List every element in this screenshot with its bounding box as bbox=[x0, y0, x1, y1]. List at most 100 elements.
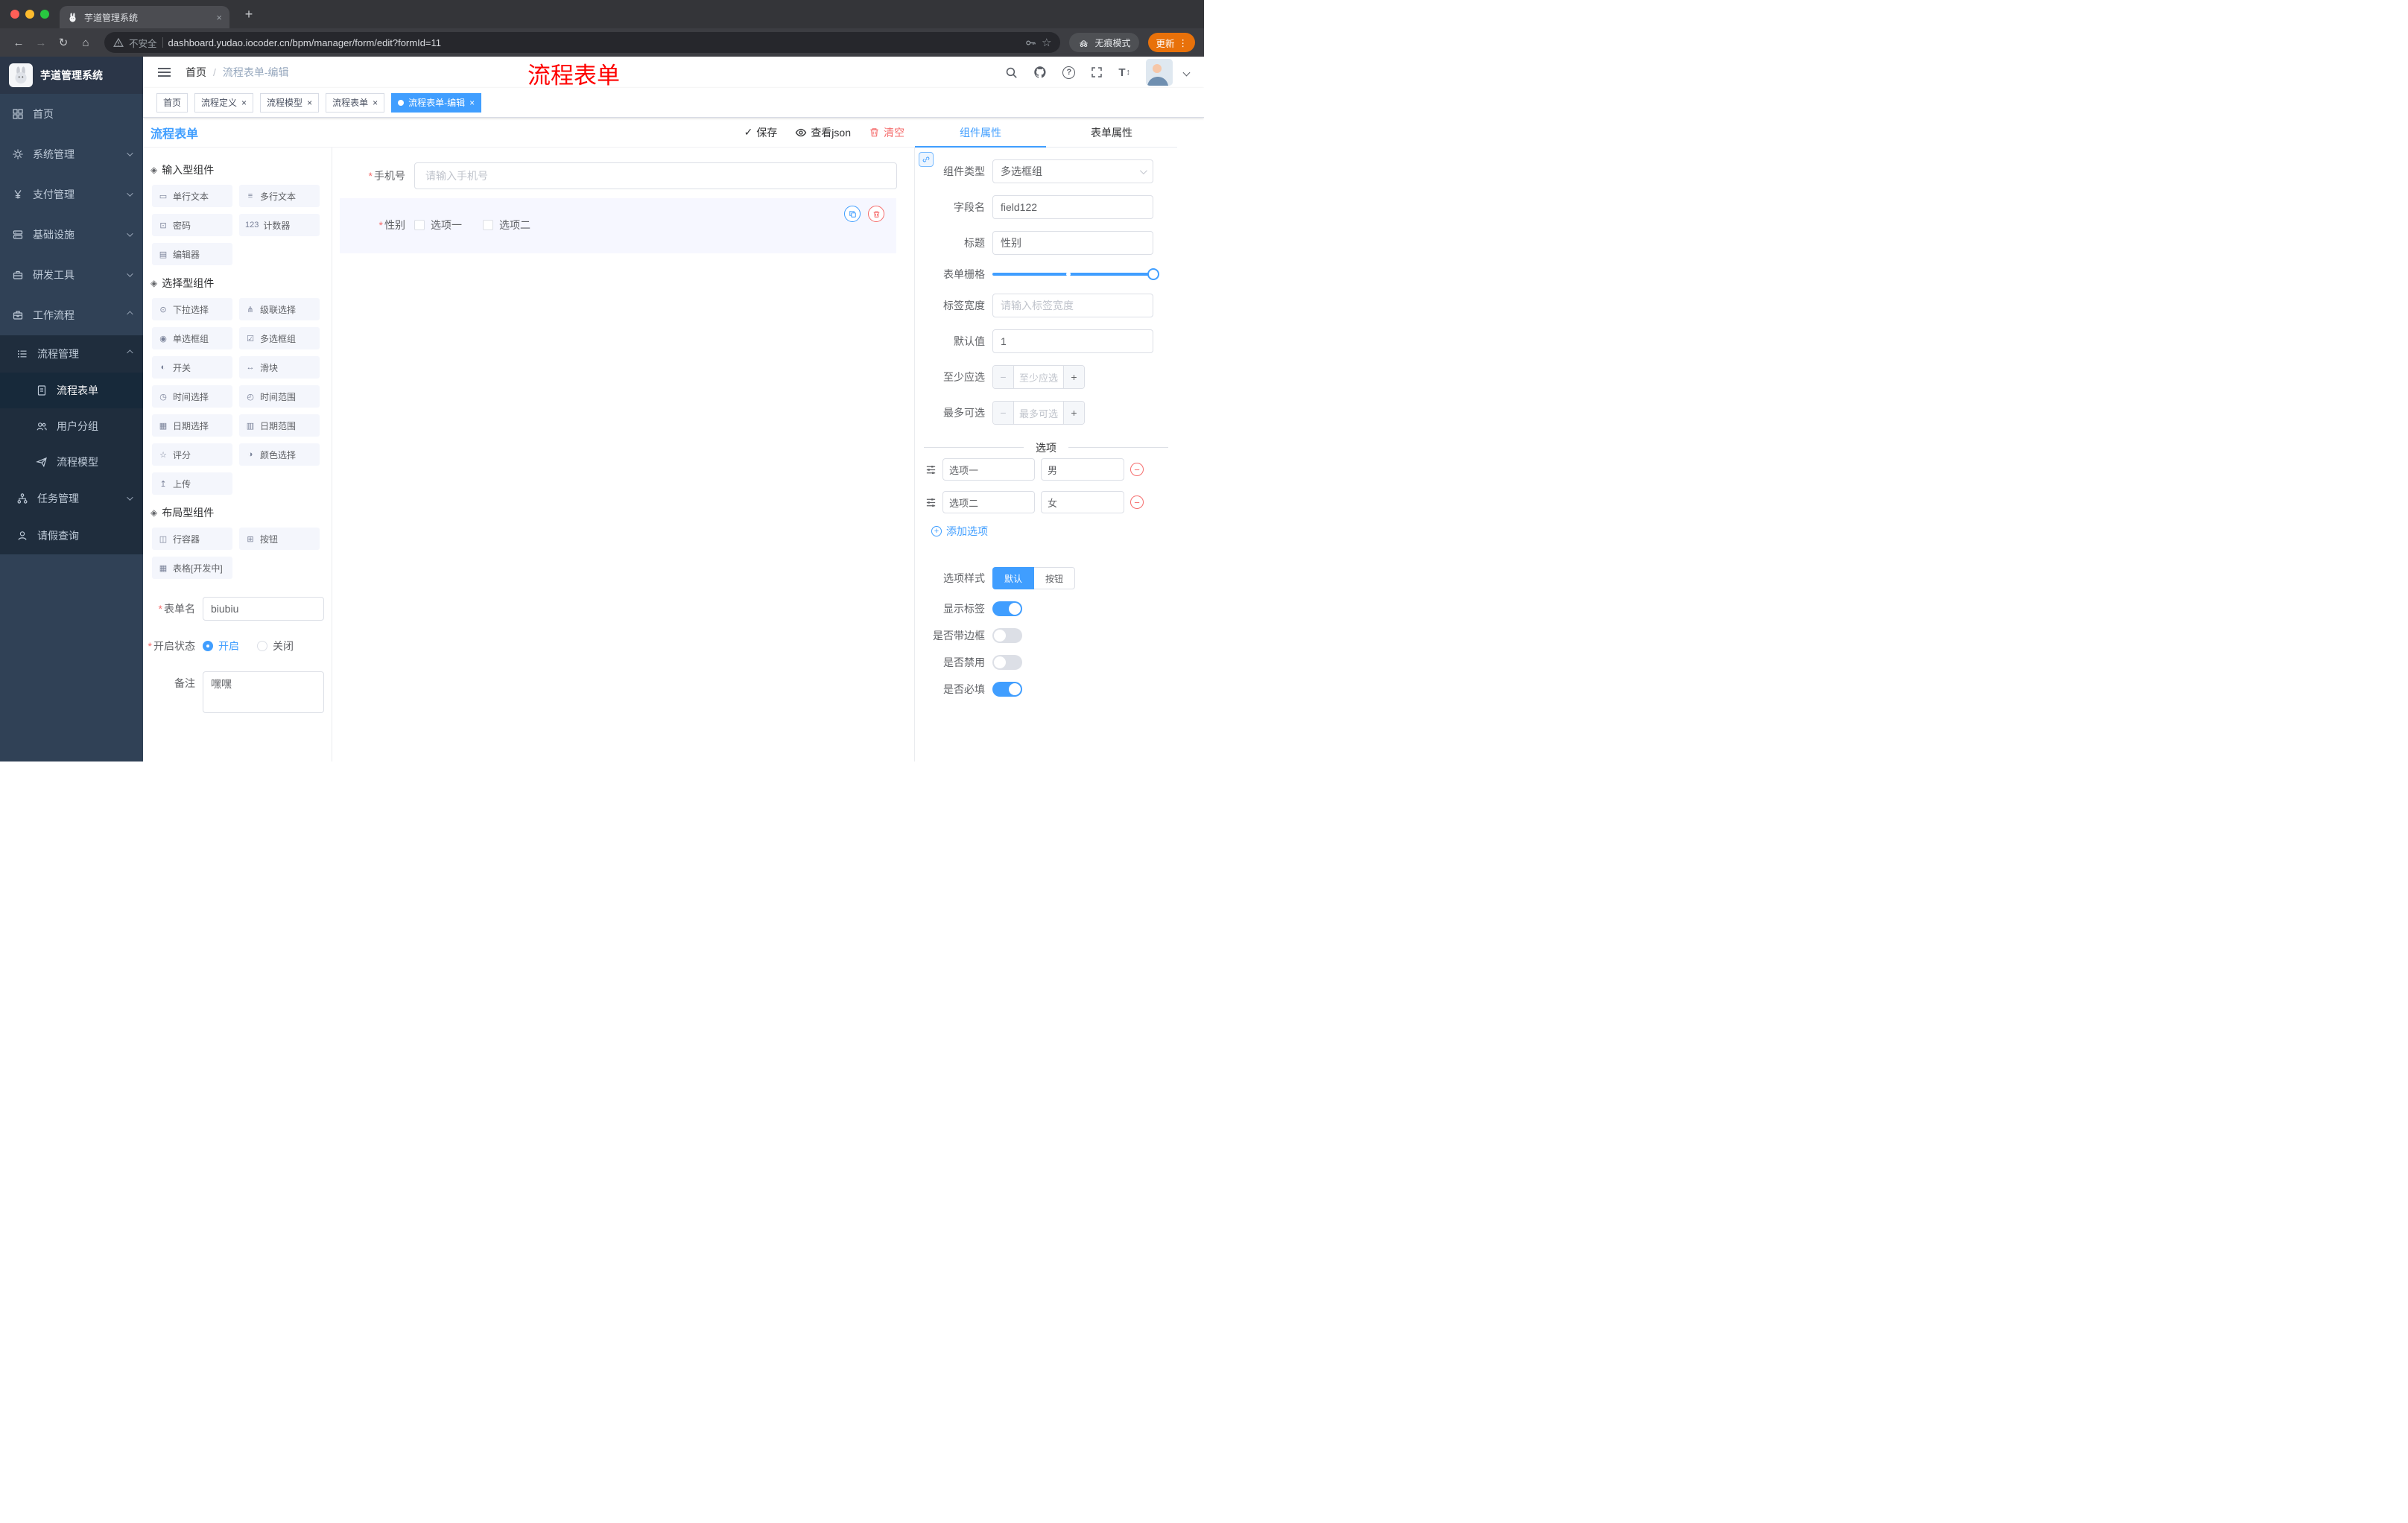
sidebar-item-system[interactable]: 系统管理 bbox=[0, 134, 143, 174]
reload-icon[interactable]: ↻ bbox=[54, 33, 73, 52]
component-item-radio-group[interactable]: ◉ 单选框组 bbox=[152, 327, 232, 349]
data-binding-link-button[interactable] bbox=[919, 152, 934, 167]
label-width-input[interactable] bbox=[992, 294, 1153, 317]
component-item-color-picker[interactable]: ◑ 颜色选择 bbox=[239, 443, 320, 466]
component-item-multi-line-text[interactable]: ≡ 多行文本 bbox=[239, 185, 320, 207]
back-icon[interactable]: ← bbox=[9, 33, 28, 52]
window-close-button[interactable] bbox=[10, 10, 19, 19]
style-default-button[interactable]: 默认 bbox=[992, 567, 1035, 589]
sidebar-item-home[interactable]: 首页 bbox=[0, 94, 143, 134]
component-item-time-picker[interactable]: ◷ 时间选择 bbox=[152, 385, 232, 408]
delete-component-button[interactable] bbox=[868, 206, 884, 222]
tag-close-icon[interactable]: × bbox=[307, 98, 312, 107]
increase-button[interactable]: + bbox=[1063, 366, 1084, 388]
form-remark-textarea[interactable]: 嘿嘿 bbox=[203, 671, 324, 713]
tag-close-icon[interactable]: × bbox=[241, 98, 247, 107]
min-select-value[interactable]: 至少应选 bbox=[1014, 366, 1063, 388]
component-type-select[interactable]: 多选框组 bbox=[992, 159, 1153, 183]
tag-close-icon[interactable]: × bbox=[469, 98, 475, 107]
tab-close-icon[interactable]: × bbox=[216, 12, 222, 23]
component-item-counter[interactable]: 123 计数器 bbox=[239, 214, 320, 236]
sidebar-item-process-management[interactable]: 流程管理 bbox=[0, 335, 143, 373]
border-switch[interactable] bbox=[992, 628, 1022, 643]
style-button-button[interactable]: 按钮 bbox=[1034, 567, 1076, 589]
component-item-password[interactable]: ⊡ 密码 bbox=[152, 214, 232, 236]
gender-option-1[interactable]: 选项一 bbox=[414, 218, 462, 232]
form-name-input[interactable] bbox=[203, 597, 324, 621]
address-bar[interactable]: 不安全 dashboard.yudao.iocoder.cn/bpm/manag… bbox=[104, 32, 1061, 53]
sidebar-item-process-form[interactable]: 流程表单 bbox=[0, 373, 143, 408]
tag-close-icon[interactable]: × bbox=[373, 98, 378, 107]
sidebar-item-leave-query[interactable]: 请假查询 bbox=[0, 517, 143, 554]
option-label-input[interactable] bbox=[942, 458, 1035, 481]
tab-form-props[interactable]: 表单属性 bbox=[1046, 118, 1177, 147]
window-minimize-button[interactable] bbox=[25, 10, 34, 19]
component-item-date-range[interactable]: ▥ 日期范围 bbox=[239, 414, 320, 437]
github-icon[interactable] bbox=[1033, 66, 1047, 79]
decrease-button[interactable]: − bbox=[993, 366, 1014, 388]
default-value-input[interactable] bbox=[992, 329, 1153, 353]
sidebar-item-task-management[interactable]: 任务管理 bbox=[0, 480, 143, 517]
component-item-editor[interactable]: ▤ 编辑器 bbox=[152, 243, 232, 265]
tag-process-definition[interactable]: 流程定义 × bbox=[194, 92, 254, 113]
fullscreen-icon[interactable] bbox=[1091, 66, 1103, 78]
copy-component-button[interactable] bbox=[844, 206, 861, 222]
remove-option-button[interactable]: − bbox=[1130, 463, 1144, 476]
gender-option-2[interactable]: 选项二 bbox=[483, 218, 530, 232]
component-item-slider[interactable]: ↔ 滑块 bbox=[239, 356, 320, 379]
component-item-select[interactable]: ⊙ 下拉选择 bbox=[152, 298, 232, 320]
user-menu-caret-icon[interactable] bbox=[1182, 69, 1191, 76]
new-tab-button[interactable]: + bbox=[238, 4, 259, 25]
drag-handle-icon[interactable] bbox=[925, 464, 937, 475]
home-icon[interactable]: ⌂ bbox=[76, 33, 95, 52]
bookmark-star-icon[interactable]: ☆ bbox=[1042, 37, 1051, 48]
view-json-button[interactable]: 查看json bbox=[795, 125, 851, 140]
sidebar-item-process-model[interactable]: 流程模型 bbox=[0, 444, 143, 480]
search-icon[interactable] bbox=[1005, 66, 1018, 79]
component-item-button[interactable]: ⊞ 按钮 bbox=[239, 528, 320, 550]
option-value-input[interactable] bbox=[1041, 458, 1124, 481]
clear-button[interactable]: 清空 bbox=[869, 125, 904, 140]
disabled-switch[interactable] bbox=[992, 655, 1022, 670]
decrease-button[interactable]: − bbox=[993, 402, 1014, 424]
option-value-input[interactable] bbox=[1041, 491, 1124, 513]
status-radio-off[interactable]: 关闭 bbox=[257, 639, 294, 653]
component-item-upload[interactable]: ↥ 上传 bbox=[152, 472, 232, 495]
breadcrumb-home[interactable]: 首页 bbox=[186, 65, 206, 80]
sidebar-toggle-icon[interactable] bbox=[155, 65, 174, 80]
slider-handle[interactable] bbox=[1147, 268, 1159, 280]
drag-handle-icon[interactable] bbox=[925, 497, 937, 508]
component-item-table[interactable]: ▦ 表格[开发中] bbox=[152, 557, 232, 579]
remove-option-button[interactable]: − bbox=[1130, 495, 1144, 509]
browser-tab[interactable]: 芋道管理系统 × bbox=[60, 6, 229, 28]
component-item-cascader[interactable]: ⋔ 级联选择 bbox=[239, 298, 320, 320]
help-icon[interactable]: ? bbox=[1062, 66, 1076, 79]
component-item-date-picker[interactable]: ▦ 日期选择 bbox=[152, 414, 232, 437]
window-zoom-button[interactable] bbox=[40, 10, 49, 19]
option-label-input[interactable] bbox=[942, 491, 1035, 513]
component-item-single-line-text[interactable]: ▭ 单行文本 bbox=[152, 185, 232, 207]
sidebar-item-workflow[interactable]: 工作流程 bbox=[0, 295, 143, 335]
tag-process-form[interactable]: 流程表单 × bbox=[326, 92, 385, 113]
required-switch[interactable] bbox=[992, 682, 1022, 697]
component-item-checkbox-group[interactable]: ☑ 多选框组 bbox=[239, 327, 320, 349]
tab-component-props[interactable]: 组件属性 bbox=[915, 118, 1046, 148]
component-item-switch[interactable]: ◐ 开关 bbox=[152, 356, 232, 379]
sidebar-item-infrastructure[interactable]: 基础设施 bbox=[0, 215, 143, 255]
font-size-icon[interactable]: T ↕ bbox=[1118, 66, 1130, 79]
avatar[interactable] bbox=[1146, 59, 1173, 86]
tag-home[interactable]: 首页 bbox=[156, 92, 188, 113]
sidebar-item-user-group[interactable]: 用户分组 bbox=[0, 408, 143, 444]
canvas-field-gender-selected[interactable]: * 性别 选项一 选项二 bbox=[340, 198, 896, 253]
canvas-field-phone[interactable]: * 手机号 bbox=[340, 162, 897, 189]
tag-process-form-edit[interactable]: 流程表单-编辑 × bbox=[391, 92, 482, 113]
key-icon[interactable] bbox=[1025, 37, 1036, 48]
show-label-switch[interactable] bbox=[992, 601, 1022, 616]
increase-button[interactable]: + bbox=[1063, 402, 1084, 424]
component-item-time-range[interactable]: ◴ 时间范围 bbox=[239, 385, 320, 408]
add-option-button[interactable]: + 添加选项 bbox=[931, 524, 1177, 539]
status-radio-on[interactable]: 开启 bbox=[203, 639, 239, 653]
save-button[interactable]: ✓ 保存 bbox=[744, 125, 778, 140]
component-item-rate[interactable]: ☆ 评分 bbox=[152, 443, 232, 466]
title-input[interactable] bbox=[992, 231, 1153, 255]
